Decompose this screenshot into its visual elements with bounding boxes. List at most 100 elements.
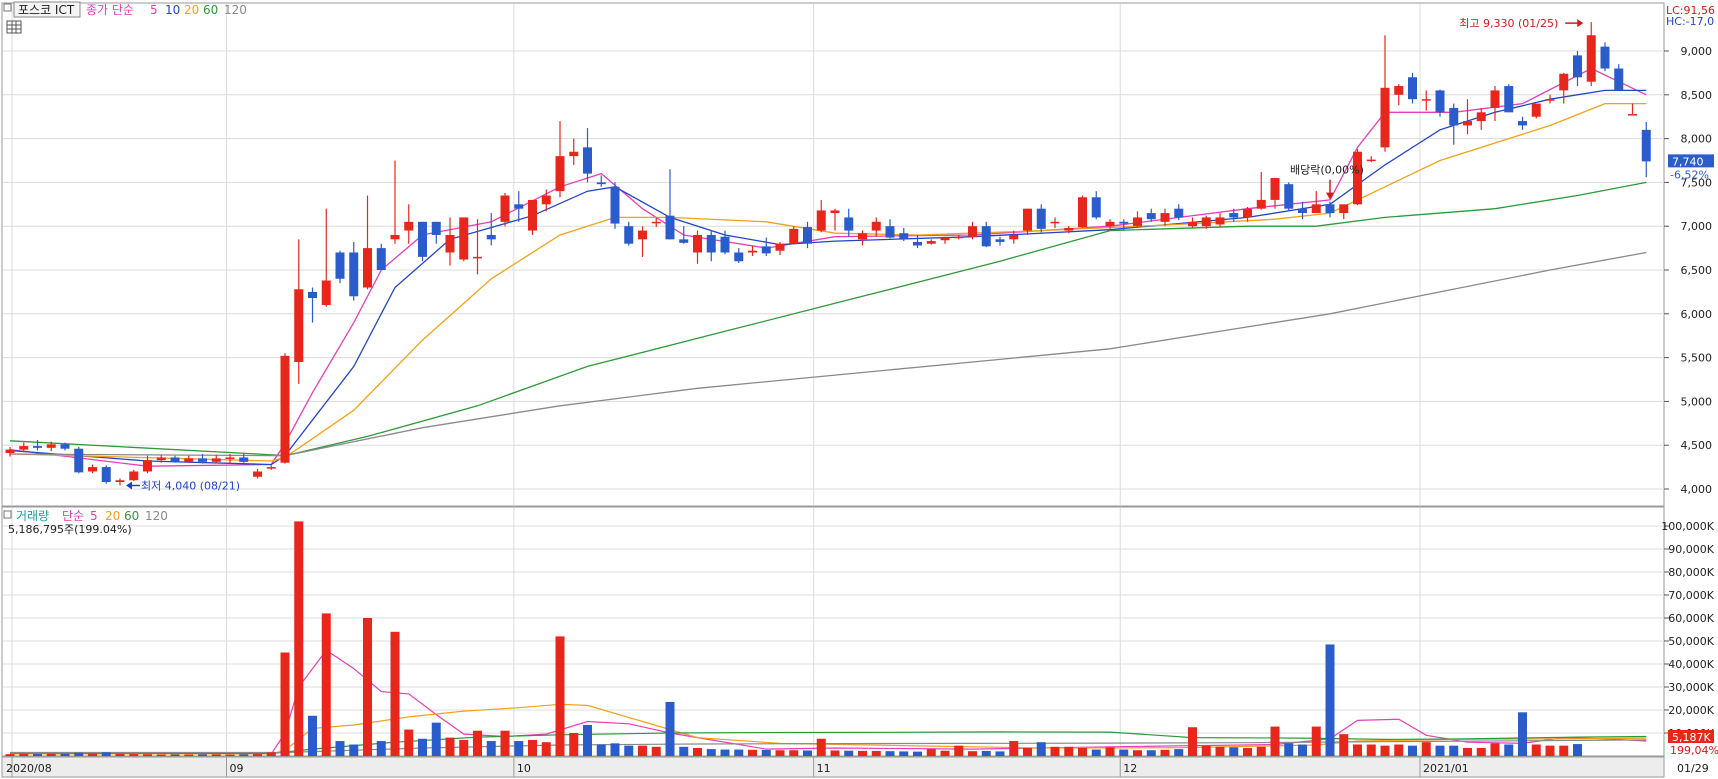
volume-bar xyxy=(115,753,125,756)
price-tick-label: 6,500 xyxy=(1681,264,1713,277)
candle-body xyxy=(844,217,854,231)
high-arrow-icon xyxy=(1577,19,1584,28)
volume-tick-label: 30,000K xyxy=(1668,681,1714,694)
volume-ma-lines xyxy=(9,649,1647,755)
candle-body xyxy=(1174,208,1184,218)
volume-bar xyxy=(1105,747,1115,756)
candle-body xyxy=(1380,87,1390,148)
candle-body xyxy=(651,221,661,224)
candle-body xyxy=(500,195,510,222)
volume-bar xyxy=(803,750,812,756)
candle-body xyxy=(376,248,386,270)
candle-body xyxy=(88,467,97,472)
volume-bar xyxy=(253,754,262,756)
candle-body xyxy=(1490,90,1500,108)
volume-bar xyxy=(1078,747,1087,756)
volume-bar xyxy=(1449,745,1459,756)
volume-bar xyxy=(734,749,744,756)
candle-body xyxy=(1476,112,1486,122)
candle-body xyxy=(1339,204,1349,214)
candle-body xyxy=(789,228,799,244)
low-arrow-icon xyxy=(126,481,132,490)
candle-body xyxy=(1586,35,1596,82)
volume-panel-frame xyxy=(1,506,1665,757)
candle-body xyxy=(816,210,826,231)
candle-body xyxy=(1573,55,1582,78)
volume-bar xyxy=(1023,747,1032,756)
candle-body xyxy=(1256,199,1266,209)
volume-bar xyxy=(528,739,537,756)
volume-bar xyxy=(266,752,276,756)
volume-bar xyxy=(376,741,386,756)
volume-bar xyxy=(308,715,317,756)
candle-body xyxy=(1600,46,1610,69)
stock-chart: 4,0004,5005,0005,5006,0006,5007,0007,500… xyxy=(1,1,1718,778)
volume-bar xyxy=(913,751,922,756)
volume-bar xyxy=(1394,744,1404,756)
volume-bar xyxy=(748,749,757,756)
volume-bar xyxy=(225,754,235,756)
volume-ma-line xyxy=(10,649,1647,755)
candle-body xyxy=(335,252,345,279)
candle-body xyxy=(198,458,207,462)
candle-body xyxy=(610,186,620,224)
candle-body xyxy=(541,195,551,205)
volume-bar xyxy=(1036,742,1046,756)
candle-body xyxy=(1435,90,1445,113)
x-tick-label: 2021/01 xyxy=(1423,762,1469,775)
volume-bar xyxy=(431,722,441,756)
candle-body xyxy=(1366,159,1376,162)
x-tick-label: 12 xyxy=(1123,762,1137,775)
volume-bar xyxy=(335,741,345,756)
candle-body xyxy=(1036,208,1046,229)
candle-body xyxy=(1504,86,1514,113)
symbol-name: 포스코 ICT xyxy=(18,3,75,17)
last-price: 7,740 xyxy=(1672,155,1704,168)
candle-body xyxy=(1160,213,1170,222)
volume-pct: 199,04% xyxy=(1670,744,1718,757)
volume-bar xyxy=(390,631,400,756)
volume-bar xyxy=(170,754,180,756)
volume-bar xyxy=(761,750,771,756)
volume-bar xyxy=(418,738,427,756)
volume-bar xyxy=(1545,745,1555,756)
candle-body xyxy=(280,355,290,463)
price-ma20-label: 20 xyxy=(184,3,199,17)
volume-tick-label: 90,000K xyxy=(1668,543,1714,556)
candle-body xyxy=(253,471,262,477)
candle-body xyxy=(1628,114,1637,116)
volume-tick-label: 50,000K xyxy=(1668,635,1714,648)
volume-bar xyxy=(693,747,702,756)
volume-ma60-label: 60 xyxy=(124,509,139,523)
volume-tick-label: 20,000K xyxy=(1668,704,1714,717)
volume-bar xyxy=(1243,747,1252,756)
candle-body xyxy=(1353,151,1362,205)
volume-bar xyxy=(1050,746,1060,756)
volume-bar xyxy=(143,754,152,756)
volume-bar xyxy=(1174,749,1184,756)
volume-bar xyxy=(968,751,977,756)
volume-bar xyxy=(1215,746,1225,756)
dividend-annotation: 배당락(0,00%) xyxy=(1290,164,1364,177)
volume-title: 거래량 xyxy=(16,509,49,523)
candle-body xyxy=(871,221,881,231)
volume-bar xyxy=(940,750,950,756)
volume-bar xyxy=(459,739,469,756)
candle-body xyxy=(1518,121,1527,126)
table-icon[interactable] xyxy=(6,20,22,34)
volume-bar xyxy=(541,742,551,756)
volume-bar xyxy=(1119,749,1129,756)
candle-body xyxy=(1270,178,1280,200)
candle-body xyxy=(308,291,317,299)
volume-ma-label: 단순 xyxy=(62,509,84,523)
volume-bar xyxy=(775,750,785,756)
volume-bar xyxy=(404,729,414,756)
candle-body xyxy=(1325,204,1335,214)
candle-body xyxy=(404,221,414,231)
price-ma-label: 종가 단순 xyxy=(86,3,134,17)
candle-body xyxy=(390,234,400,240)
x-tick-label: 2020/08 xyxy=(6,762,52,775)
candle-body xyxy=(638,230,647,240)
x-tick-label: 10 xyxy=(517,762,531,775)
volume-bar xyxy=(1531,744,1541,756)
